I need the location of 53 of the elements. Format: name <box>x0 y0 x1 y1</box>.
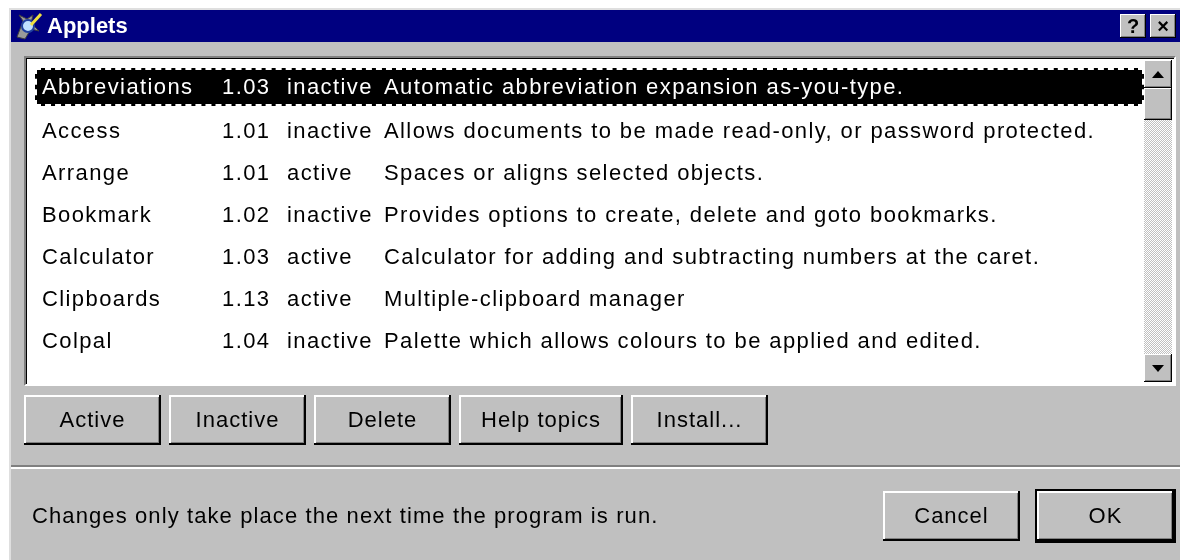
applet-row[interactable]: Colpal 1.04 inactive Palette which allows colours to be applied and edited. <box>35 320 1144 362</box>
ok-button[interactable]: OK <box>1037 491 1174 541</box>
description-text: Palette which allows colours to be applied and edited. <box>384 328 983 354</box>
action-button[interactable]: Install... <box>631 395 768 445</box>
scroll-up-button[interactable] <box>1144 60 1172 88</box>
applet-row[interactable]: Bookmark 1.02 inactive Provides options to create, delete and goto bookmarks. <box>35 194 1144 236</box>
applet-name: Arrange <box>42 160 132 186</box>
help-button[interactable]: ? <box>1120 14 1146 38</box>
applet-row[interactable]: Access 1.01 inactive Allows documents to be made read-only, or password protected. <box>35 110 1144 152</box>
scrollbar[interactable] <box>1144 60 1172 382</box>
description-text: Calculator for adding and subtracting numbers at the caret. <box>384 244 1042 270</box>
version-text: 1.01 <box>222 118 272 144</box>
status-text: inactive <box>287 74 374 100</box>
version-text: 1.04 <box>222 328 272 354</box>
applet-name: Bookmark <box>42 202 154 228</box>
version-text: 1.13 <box>222 286 272 312</box>
version-text: 1.03 <box>222 244 272 270</box>
version-text: 1.01 <box>222 160 272 186</box>
app-icon <box>13 11 45 41</box>
status-text: active <box>287 286 354 312</box>
applet-name: Calculator <box>42 244 157 270</box>
status-text: active <box>287 244 354 270</box>
close-button[interactable]: × <box>1150 14 1176 38</box>
applet-row[interactable]: Abbreviations 1.03 inactive Automatic abbreviation expansion as-you-type. <box>35 68 1144 106</box>
applet-row[interactable]: Arrange 1.01 active Spaces or aligns selected objects. <box>35 152 1144 194</box>
applet-name: Clipboards <box>42 286 163 312</box>
applet-row[interactable]: Calculator 1.03 active Calculator for adding and subtracting numbers at the caret. <box>35 236 1144 278</box>
applet-name: Access <box>42 118 123 144</box>
applet-name: Colpal <box>42 328 114 354</box>
down-arrow-icon <box>1152 364 1164 372</box>
status-text: inactive <box>287 328 374 354</box>
status-text: inactive <box>287 118 374 144</box>
scroll-thumb[interactable] <box>1144 88 1172 120</box>
version-text: 1.03 <box>222 74 272 100</box>
cancel-button[interactable]: Cancel <box>883 491 1020 541</box>
description-text: Automatic abbreviation expansion as-you-type. <box>384 74 906 100</box>
version-text: 1.02 <box>222 202 272 228</box>
description-text: Provides options to create, delete and goto bookmarks. <box>384 202 999 228</box>
action-button[interactable]: Inactive <box>169 395 306 445</box>
window-title: Applets <box>47 13 129 39</box>
scroll-down-button[interactable] <box>1144 354 1172 382</box>
status-text: inactive <box>287 202 374 228</box>
action-button[interactable]: Delete <box>314 395 451 445</box>
up-arrow-icon <box>1152 70 1164 78</box>
description-text: Spaces or aligns selected objects. <box>384 160 766 186</box>
applet-name: Abbreviations <box>42 74 195 100</box>
description-text: Allows documents to be made read-only, or password protected. <box>384 118 1097 144</box>
action-button[interactable]: Active <box>24 395 161 445</box>
action-button[interactable]: Help topics <box>459 395 623 445</box>
info-text: Changes only take place the next time the program is run. <box>31 503 660 529</box>
description-text: Multiple-clipboard manager <box>384 286 687 312</box>
applet-row[interactable]: Clipboards 1.13 active Multiple-clipboard manager <box>35 278 1144 320</box>
status-text: active <box>287 160 354 186</box>
